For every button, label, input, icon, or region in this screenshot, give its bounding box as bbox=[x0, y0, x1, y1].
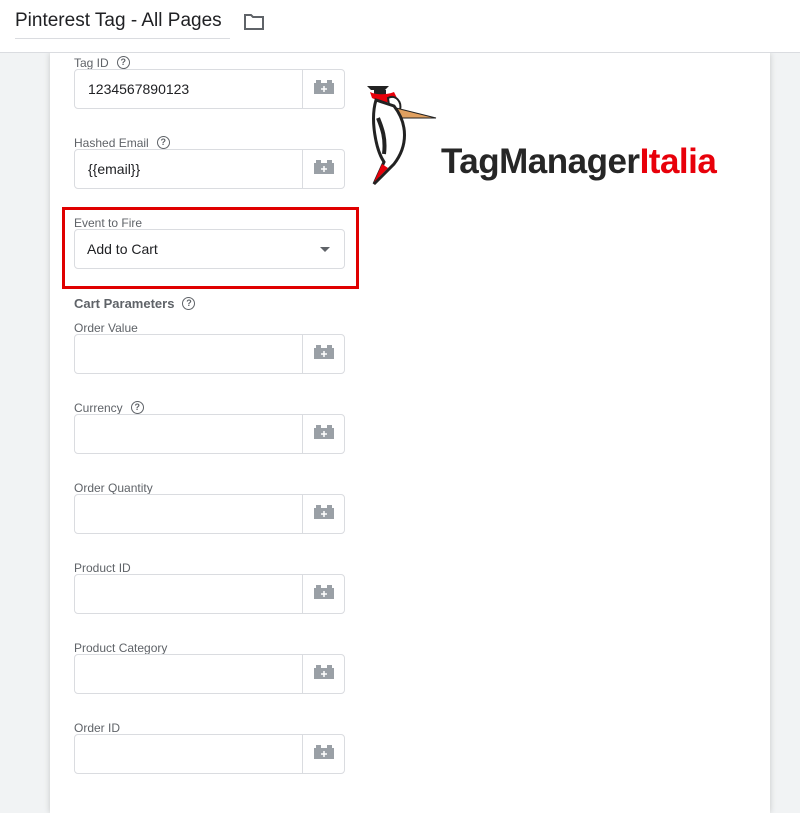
tag-id-field: Tag ID? 1234567890123 bbox=[74, 55, 345, 109]
tag-name-input[interactable]: Pinterest Tag - All Pages bbox=[15, 10, 230, 39]
cart-param-field: Order ID bbox=[74, 720, 345, 774]
folder-icon[interactable] bbox=[243, 13, 265, 36]
cart-param-input[interactable] bbox=[75, 575, 302, 613]
hashed-email-field: Hashed Email? {{email}} bbox=[74, 135, 345, 189]
variable-picker-button[interactable] bbox=[302, 735, 344, 773]
label: Product ID bbox=[74, 560, 131, 575]
variable-picker-button[interactable] bbox=[302, 150, 344, 188]
variable-picker-button[interactable] bbox=[302, 335, 344, 373]
label: Order Value bbox=[74, 320, 138, 335]
section-title: Cart Parameters bbox=[74, 296, 175, 311]
header: Pinterest Tag - All Pages bbox=[0, 0, 800, 53]
variable-brick-icon bbox=[313, 744, 335, 764]
variable-picker-button[interactable] bbox=[302, 655, 344, 693]
cart-param-field: Currency? bbox=[74, 400, 345, 454]
cart-parameters-heading: Cart Parameters? bbox=[74, 296, 196, 311]
variable-brick-icon bbox=[313, 584, 335, 604]
label: Order ID bbox=[74, 720, 121, 735]
variable-picker-button[interactable] bbox=[302, 575, 344, 613]
variable-brick-icon bbox=[313, 344, 335, 364]
cart-param-input[interactable] bbox=[75, 655, 302, 693]
label: Order Quantity bbox=[74, 480, 153, 495]
logo-text-red: Italia bbox=[639, 142, 717, 181]
variable-picker-button[interactable] bbox=[302, 495, 344, 533]
cart-param-field: Product Category bbox=[74, 640, 345, 694]
tag-id-input[interactable]: 1234567890123 bbox=[75, 70, 302, 108]
label: Product Category bbox=[74, 640, 168, 655]
woodpecker-mascot-icon bbox=[367, 86, 437, 186]
variable-brick-icon bbox=[313, 664, 335, 684]
cart-param-input[interactable] bbox=[75, 335, 302, 373]
variable-brick-icon bbox=[313, 424, 335, 444]
help-icon[interactable]: ? bbox=[182, 297, 196, 310]
cart-param-input[interactable] bbox=[75, 495, 302, 533]
hashed-email-input[interactable]: {{email}} bbox=[75, 150, 302, 188]
variable-brick-icon bbox=[313, 79, 335, 99]
logo-text: TagManager bbox=[441, 142, 640, 181]
variable-picker-button[interactable] bbox=[302, 415, 344, 453]
help-icon[interactable]: ? bbox=[156, 136, 170, 149]
cart-param-field: Order Quantity bbox=[74, 480, 345, 534]
variable-brick-icon bbox=[313, 159, 335, 179]
label: Hashed Email bbox=[74, 135, 149, 150]
help-icon[interactable]: ? bbox=[130, 401, 144, 414]
highlight-box bbox=[62, 207, 359, 289]
cart-param-input[interactable] bbox=[75, 735, 302, 773]
cart-param-field: Product ID bbox=[74, 560, 345, 614]
cart-param-field: Order Value bbox=[74, 320, 345, 374]
variable-brick-icon bbox=[313, 504, 335, 524]
label: Tag ID bbox=[74, 55, 109, 70]
variable-picker-button[interactable] bbox=[302, 70, 344, 108]
help-icon[interactable]: ? bbox=[116, 56, 130, 69]
tagmanageritalia-logo: TagManagerItalia bbox=[362, 78, 717, 186]
cart-param-input[interactable] bbox=[75, 415, 302, 453]
label: Currency bbox=[74, 400, 123, 415]
